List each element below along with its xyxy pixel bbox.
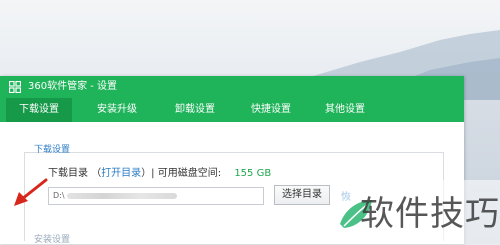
watermark-text: 软件技巧 [360,194,500,234]
watermark: 软件技巧 [330,180,500,244]
